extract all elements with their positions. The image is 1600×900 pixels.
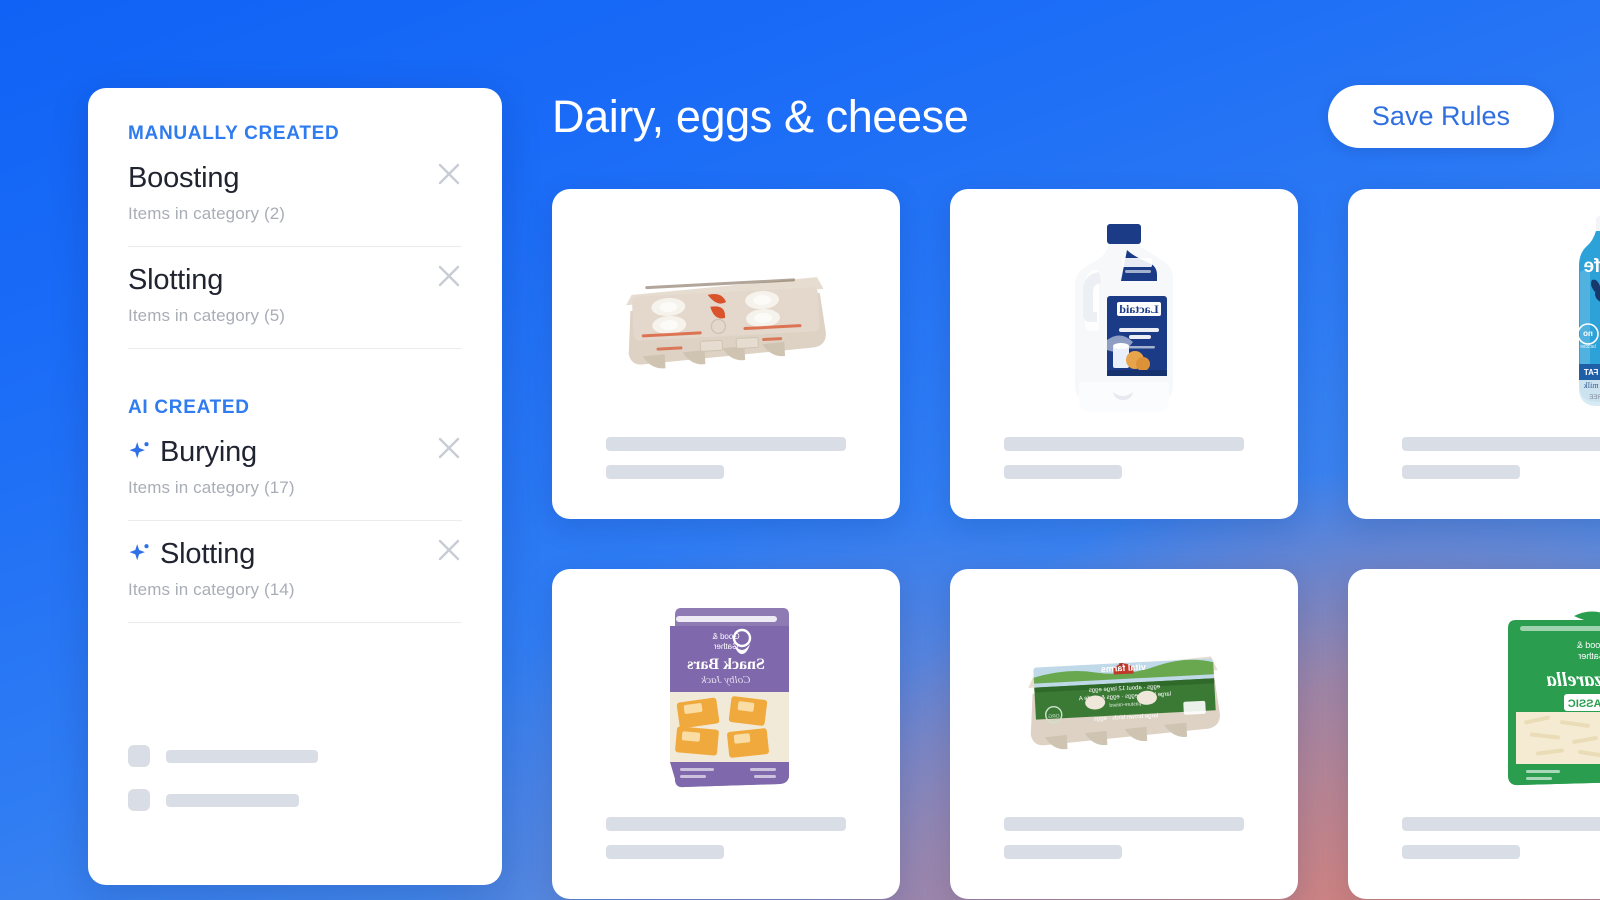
svg-text:lactose: lactose [1580, 344, 1596, 350]
svg-text:Mozzarella: Mozzarella [1546, 669, 1600, 691]
svg-text:Good &: Good & [1577, 640, 1600, 650]
skeleton-row [128, 745, 462, 767]
rule-item-ai-slotting[interactable]: Slotting Items in category (14) [128, 521, 462, 623]
product-text-skeletons [1348, 437, 1600, 519]
rule-name: Burying [160, 435, 257, 468]
section-label-manually-created: MANUALLY CREATED [128, 123, 340, 144]
svg-text:ORG: ORG [1047, 713, 1059, 720]
main-header: Dairy, eggs & cheese Save Rules [552, 82, 1554, 150]
skeleton-bar [1402, 437, 1600, 451]
product-text-skeletons [552, 437, 900, 519]
section-label-ai-created: AI CREATED [128, 397, 250, 418]
skeleton-bar [1004, 437, 1244, 451]
sparkle-icon [128, 440, 151, 463]
rule-subtitle: Items in category (14) [128, 580, 295, 599]
skeleton-thumb [128, 789, 150, 811]
product-text-skeletons [950, 817, 1298, 899]
product-card[interactable]: Good & Gather Snack Bars Colby Jack [552, 569, 900, 899]
skeleton-bar [1402, 845, 1520, 859]
close-icon[interactable] [434, 159, 464, 189]
skeleton-bar [1402, 817, 1600, 831]
product-image: Lactaid [950, 189, 1298, 437]
product-card[interactable]: vital farms eggs · about 12 large eggs l… [950, 569, 1298, 899]
product-text-skeletons [950, 437, 1298, 519]
svg-text:REDUCED FAT: REDUCED FAT [1584, 368, 1600, 377]
rule-name: Slotting [160, 537, 256, 570]
skeleton-bar [606, 817, 846, 831]
rules-sidebar: MANUALLY CREATED Boosting Items in categ… [88, 88, 502, 885]
skeleton-bar [1004, 465, 1122, 479]
rule-subtitle: Items in category (2) [128, 204, 286, 223]
product-card[interactable]: fairlife [1348, 189, 1600, 519]
product-image [552, 189, 900, 437]
product-grid: Lactaid fe no lactose FAT milk EE Good &… [552, 189, 1600, 899]
product-card[interactable] [552, 189, 900, 519]
skeleton-thumb [128, 745, 150, 767]
svg-text:Lactaid: Lactaid [1119, 302, 1159, 316]
skeleton-bar [606, 465, 724, 479]
svg-text:Good &: Good & [711, 632, 739, 641]
svg-text:Colby Jack: Colby Jack [700, 674, 750, 686]
product-image: fairlife [1348, 189, 1600, 437]
svg-text:no: no [1583, 329, 1593, 338]
svg-text:LACTOSE FREE: LACTOSE FREE [1589, 395, 1600, 401]
skeleton-bar [606, 437, 846, 451]
rule-subtitle: Items in category (5) [128, 306, 286, 325]
svg-text:Gather: Gather [713, 642, 738, 651]
main-content: Dairy, eggs & cheese Save Rules Lactaid … [552, 0, 1600, 900]
close-icon[interactable] [434, 261, 464, 291]
product-card[interactable]: Good & Gather Mozzarella CLASSIC [1348, 569, 1600, 899]
product-image: Good & Gather Mozzarella CLASSIC [1348, 569, 1600, 817]
skeleton-bar [1004, 817, 1244, 831]
sparkle-icon [128, 542, 151, 565]
svg-text:ultra filtered milk: ultra filtered milk [1584, 381, 1600, 390]
sidebar-loading-skeletons [128, 745, 462, 833]
svg-text:CLASSIC: CLASSIC [1568, 698, 1600, 710]
product-text-skeletons [552, 817, 900, 899]
divider [128, 348, 462, 349]
skeleton-bar [1004, 845, 1122, 859]
rule-item-header: Slotting [128, 537, 462, 571]
product-image: Good & Gather Snack Bars Colby Jack [552, 569, 900, 817]
rule-item-header: Burying [128, 435, 462, 469]
skeleton-bar [606, 845, 724, 859]
page-title: Dairy, eggs & cheese [552, 90, 969, 142]
rule-name: Boosting [128, 161, 240, 194]
svg-text:Snack Bars: Snack Bars [687, 656, 765, 673]
rule-item-boosting[interactable]: Boosting Items in category (2) [128, 145, 462, 247]
rule-item-header: Slotting [128, 263, 462, 297]
divider [128, 622, 462, 623]
skeleton-bar [166, 793, 299, 807]
rule-item-burying[interactable]: Burying Items in category (17) [128, 419, 462, 521]
close-icon[interactable] [434, 535, 464, 565]
skeleton-row [128, 789, 462, 811]
close-icon[interactable] [434, 433, 464, 463]
rule-name: Slotting [128, 263, 224, 296]
rule-item-header: Boosting [128, 161, 462, 195]
product-card[interactable]: Lactaid [950, 189, 1298, 519]
rule-item-slotting[interactable]: Slotting Items in category (5) [128, 247, 462, 349]
svg-text:Gather: Gather [1578, 651, 1600, 661]
svg-text:fairlife: fairlife [1583, 256, 1600, 277]
skeleton-bar [1402, 465, 1520, 479]
product-image: vital farms eggs · about 12 large eggs l… [950, 569, 1298, 817]
save-rules-button[interactable]: Save Rules [1327, 84, 1554, 148]
product-text-skeletons [1348, 817, 1600, 899]
skeleton-bar [166, 749, 318, 763]
rule-subtitle: Items in category (17) [128, 478, 295, 497]
